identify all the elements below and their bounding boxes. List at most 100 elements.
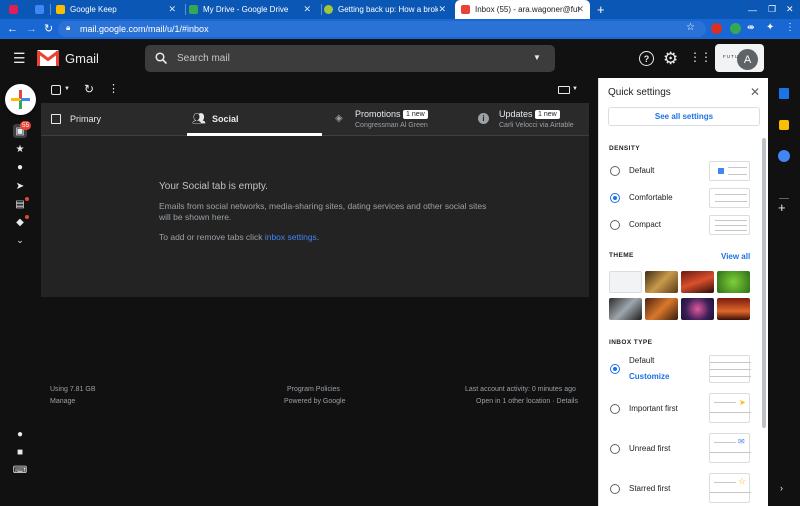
- tab-separator: [50, 4, 51, 15]
- empty-body-line: Emails from social networks, media-shari…: [159, 201, 487, 211]
- browser-tab-strip: Google Keep ✕ My Drive - Google Drive ✕ …: [0, 0, 800, 19]
- search-input[interactable]: Search mail ▼: [145, 45, 555, 72]
- avatar[interactable]: A: [737, 49, 758, 70]
- add-addon-icon[interactable]: +: [778, 200, 786, 215]
- main-menu-icon[interactable]: ☰: [13, 50, 26, 67]
- slack-icon: [8, 5, 18, 14]
- inbox-option-label: Unread first: [629, 444, 671, 453]
- browser-tab-inbox[interactable]: Inbox (55) - ara.wagoner@future ✕: [455, 0, 590, 19]
- search-placeholder: Search mail: [177, 53, 230, 64]
- window-close-icon[interactable]: ✕: [786, 0, 798, 19]
- theme-tile[interactable]: [681, 298, 714, 320]
- starred-icon[interactable]: ★: [13, 142, 27, 156]
- extension-icon[interactable]: [711, 23, 722, 34]
- settings-gear-icon[interactable]: ⚙: [663, 49, 678, 69]
- inbox-settings-link[interactable]: inbox settings: [265, 232, 317, 242]
- tab-separator: [185, 4, 186, 15]
- new-badge: 1 new: [403, 110, 428, 119]
- tab-social[interactable]: 👥︎ Social: [187, 103, 322, 136]
- mail-toolbar: ▼ ↻ ⋮ ▼: [41, 78, 589, 102]
- empty-body-line: will be shown here.: [159, 212, 232, 222]
- new-tab-button[interactable]: +: [597, 0, 609, 19]
- refresh-icon[interactable]: ↻: [84, 82, 94, 96]
- close-icon[interactable]: ✕: [750, 85, 760, 99]
- tab-label: Promotions: [355, 109, 401, 119]
- quick-settings-scrollbar[interactable]: [762, 138, 766, 428]
- customize-link[interactable]: Customize: [629, 372, 669, 381]
- tab-updates[interactable]: i Updates 1 new Carli Velocci via Airtab…: [470, 103, 589, 136]
- theme-tile[interactable]: [717, 271, 750, 293]
- search-options-icon[interactable]: ▼: [533, 53, 541, 62]
- view-all-themes-link[interactable]: View all: [721, 252, 750, 261]
- minimize-icon[interactable]: —: [748, 0, 760, 19]
- empty-title: Your Social tab is empty.: [159, 181, 268, 192]
- restore-icon[interactable]: ❐: [768, 0, 780, 19]
- help-icon[interactable]: ?: [639, 51, 654, 66]
- tab-promotions[interactable]: ◈ Promotions 1 new Congressman Al Green: [325, 103, 470, 136]
- browser-tab-keep[interactable]: Google Keep ✕: [54, 0, 182, 19]
- close-icon[interactable]: ✕: [168, 4, 176, 15]
- address-bar[interactable]: 🔒︎ mail.google.com/mail/u/1/#inbox ☆: [58, 21, 706, 37]
- details-link[interactable]: Open in 1 other location · Details: [476, 398, 578, 405]
- tab-title: My Drive - Google Drive: [203, 5, 289, 14]
- inbox-type-starred-radio[interactable]: [610, 484, 620, 494]
- search-icon[interactable]: [155, 52, 167, 64]
- compose-button[interactable]: [5, 84, 36, 115]
- browser-tab-drive[interactable]: My Drive - Google Drive ✕: [189, 0, 317, 19]
- tasks-icon[interactable]: [778, 150, 790, 162]
- preview-line: [710, 362, 751, 363]
- density-default-radio[interactable]: [610, 166, 620, 176]
- reload-icon[interactable]: ↻: [44, 22, 53, 36]
- back-arrow-icon[interactable]: ←: [7, 22, 18, 36]
- gmail-logo-icon[interactable]: [37, 50, 59, 66]
- close-icon[interactable]: ✕: [303, 4, 311, 15]
- browser-tab-article[interactable]: Getting back up: How a broken C ✕: [324, 0, 452, 19]
- extension-icon[interactable]: [730, 23, 741, 34]
- show-side-panel-icon[interactable]: ›: [780, 483, 783, 493]
- theme-tile[interactable]: [645, 298, 678, 320]
- sent-icon[interactable]: ➤: [13, 179, 27, 193]
- theme-default[interactable]: [609, 271, 642, 293]
- density-compact-radio[interactable]: [610, 220, 620, 230]
- theme-tile[interactable]: [645, 271, 678, 293]
- storage-usage: Using 7.81 GB: [50, 386, 96, 393]
- video-call-icon[interactable]: ■: [13, 445, 27, 459]
- keyboard-icon[interactable]: ⌨: [13, 463, 27, 477]
- pinned-tab-slack[interactable]: [4, 0, 22, 19]
- select-all-checkbox[interactable]: [51, 85, 61, 95]
- close-icon[interactable]: ✕: [576, 4, 584, 15]
- inbox-type-unread-radio[interactable]: [610, 444, 620, 454]
- density-comfortable-radio[interactable]: [610, 193, 620, 203]
- keep-icon[interactable]: [779, 120, 789, 130]
- input-tools-dropdown-icon[interactable]: ▼: [572, 86, 578, 92]
- inbox-important-preview: ➤: [709, 393, 751, 423]
- calendar-icon[interactable]: [779, 88, 789, 99]
- quick-settings-panel: Quick settings ✕ See all settings DENSIT…: [598, 78, 768, 506]
- puzzle-icon[interactable]: ✦: [766, 22, 774, 33]
- inbox-type-important-radio[interactable]: [610, 404, 620, 414]
- extension-icon[interactable]: ⇼: [747, 22, 755, 33]
- theme-tile[interactable]: [681, 271, 714, 293]
- manage-link[interactable]: Manage: [50, 398, 75, 405]
- input-tools-icon[interactable]: [558, 86, 570, 94]
- more-options-icon[interactable]: ⋮: [108, 82, 119, 95]
- theme-tile[interactable]: [717, 298, 750, 320]
- preview-line: [714, 482, 736, 483]
- bookmark-star-icon[interactable]: ☆: [686, 22, 695, 33]
- snoozed-clock-icon[interactable]: ●: [13, 160, 27, 174]
- forward-arrow-icon[interactable]: →: [26, 22, 37, 36]
- pinned-tab-calendar[interactable]: [30, 0, 48, 19]
- inbox-type-default-radio[interactable]: [610, 364, 620, 374]
- tab-title: Google Keep: [70, 5, 117, 14]
- select-dropdown-icon[interactable]: ▼: [64, 86, 70, 92]
- theme-tile[interactable]: [609, 298, 642, 320]
- hint-prefix: To add or remove tabs click: [159, 232, 265, 242]
- label-dot: [25, 215, 29, 219]
- hangouts-icon[interactable]: ●: [13, 427, 27, 441]
- expand-chevron-icon[interactable]: ⌄: [13, 233, 27, 247]
- program-policies-link[interactable]: Program Policies: [287, 386, 340, 393]
- see-all-settings-button[interactable]: See all settings: [608, 107, 760, 126]
- more-vert-icon[interactable]: ⋮: [785, 22, 795, 33]
- tab-primary[interactable]: Primary: [41, 103, 187, 136]
- close-icon[interactable]: ✕: [438, 4, 446, 15]
